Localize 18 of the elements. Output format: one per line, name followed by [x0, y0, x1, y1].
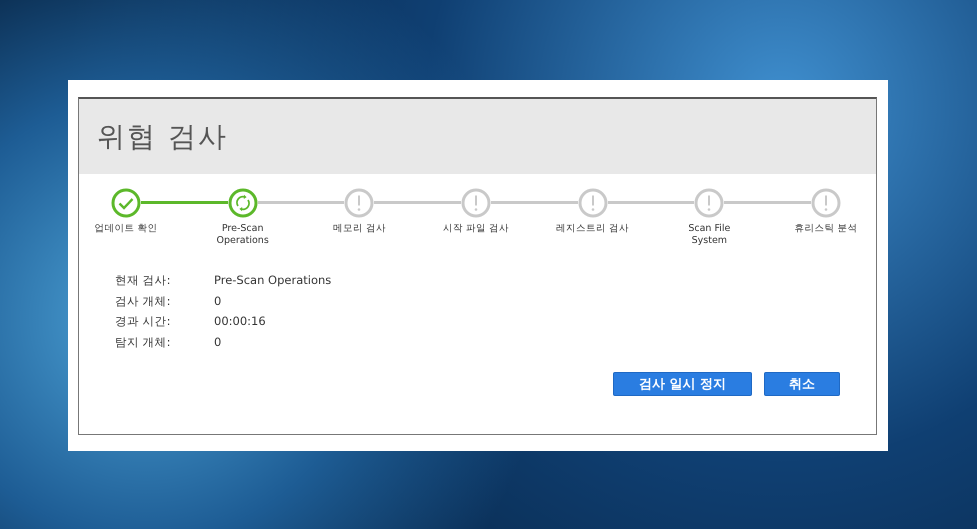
step-label: 업데이트 확인: [93, 223, 159, 235]
step-label: 레지스트리 검사: [555, 223, 630, 235]
pause-scan-button[interactable]: 검사 일시 정지: [613, 372, 752, 396]
cancel-button[interactable]: 취소: [764, 372, 840, 396]
detail-label: 경과 시간:: [115, 314, 172, 330]
detail-value: 0: [214, 294, 222, 309]
detail-label: 탐지 개체:: [115, 334, 172, 350]
step-label: Scan File System: [687, 223, 732, 247]
detail-label: 검사 개체:: [115, 294, 172, 309]
detail-value: 0: [214, 334, 222, 350]
step-label: Pre-Scan Operations: [216, 223, 270, 247]
detail-value: 00:00:16: [214, 314, 267, 330]
detail-label: 현재 검사:: [115, 273, 172, 288]
step-label: 메모리 검사: [332, 223, 387, 235]
dialog-title: 위협 검사: [97, 118, 228, 154]
step-label: 휴리스틱 분석: [794, 223, 859, 235]
step-label: 시작 파일 검사: [442, 223, 510, 235]
detail-value: Pre-Scan Operations: [214, 273, 332, 288]
